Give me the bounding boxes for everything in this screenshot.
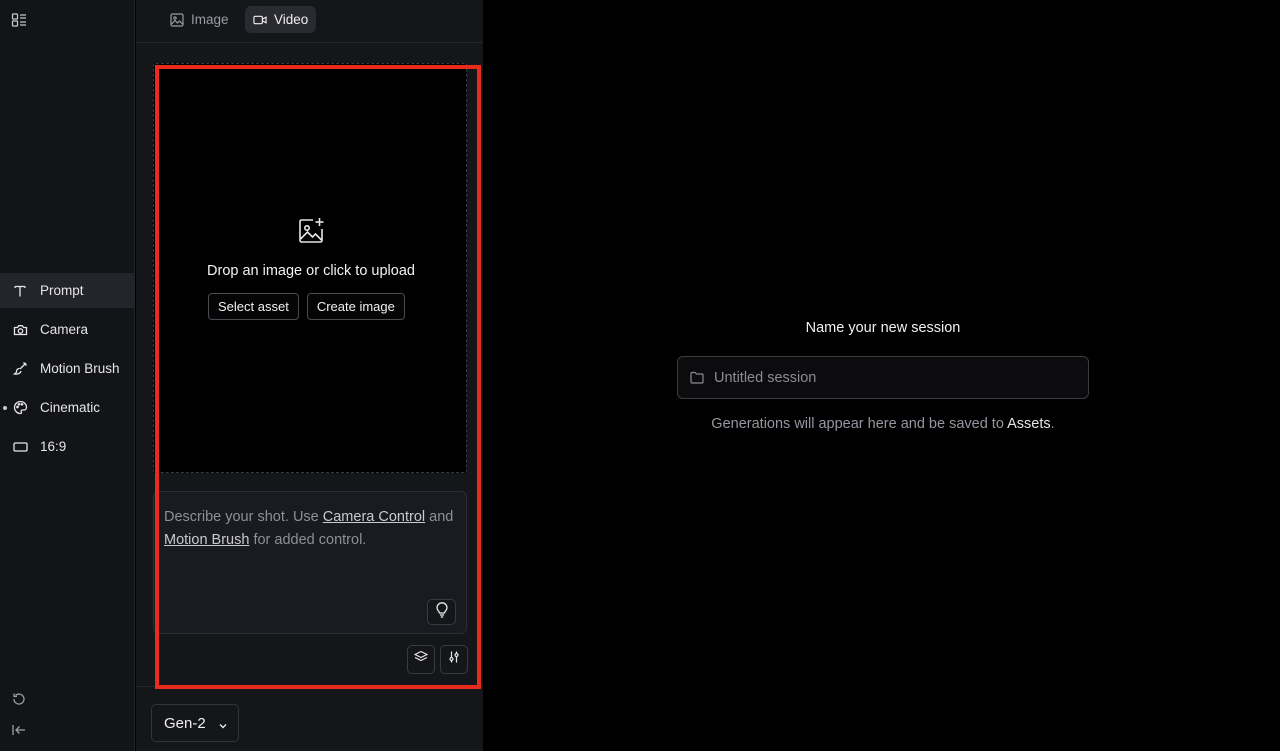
image-dropzone[interactable]: Drop an image or click to upload Select … bbox=[153, 63, 467, 473]
select-asset-button[interactable]: Select asset bbox=[208, 293, 299, 320]
panel-footer: Gen-2 bbox=[136, 686, 483, 751]
prompt-ideas-button[interactable] bbox=[427, 599, 456, 625]
sidebar-item-camera[interactable]: Camera bbox=[0, 312, 135, 347]
camera-control-link[interactable]: Camera Control bbox=[323, 509, 425, 525]
sidebar-item-label: Camera bbox=[40, 322, 89, 337]
sidebar-item-cinematic[interactable]: Cinematic bbox=[0, 390, 135, 425]
sidebar-item-label: 16:9 bbox=[40, 439, 67, 454]
session-name-field[interactable] bbox=[677, 356, 1089, 399]
left-sidebar: Prompt Camera Motion Brush Cinematic 16:… bbox=[0, 0, 135, 751]
sidebar-item-label: Prompt bbox=[40, 283, 84, 298]
prompt-input[interactable]: Describe your shot. Use Camera Control a… bbox=[153, 491, 467, 634]
camera-icon bbox=[12, 322, 28, 338]
add-image-icon bbox=[296, 216, 326, 246]
chevron-down-icon bbox=[218, 718, 228, 729]
prompt-text-2: and bbox=[425, 509, 454, 525]
folder-icon bbox=[690, 371, 704, 385]
sidebar-item-label: Cinematic bbox=[40, 400, 101, 415]
sidebar-nav: Prompt Camera Motion Brush Cinematic 16:… bbox=[0, 273, 135, 468]
brush-icon bbox=[12, 361, 28, 377]
assets-link[interactable]: Assets bbox=[1007, 416, 1051, 432]
sidebar-item-motion-brush[interactable]: Motion Brush bbox=[0, 351, 135, 386]
text-icon bbox=[12, 283, 28, 299]
prompt-text-3: for added control. bbox=[249, 532, 367, 548]
tab-label: Video bbox=[274, 12, 309, 27]
model-label: Gen-2 bbox=[164, 714, 206, 732]
create-image-button[interactable]: Create image bbox=[306, 293, 405, 320]
layers-button[interactable] bbox=[407, 645, 435, 674]
palette-icon bbox=[12, 400, 28, 416]
collapse-sidebar-icon[interactable] bbox=[11, 722, 27, 738]
sidebar-item-label: Motion Brush bbox=[40, 361, 120, 376]
model-select[interactable]: Gen-2 bbox=[151, 704, 239, 742]
prompt-placeholder: Describe your shot. Use Camera Control a… bbox=[164, 506, 454, 552]
generation-panel: Image Video Drop an image or click to up… bbox=[136, 0, 483, 751]
session-title: Name your new session bbox=[805, 320, 961, 336]
motion-brush-link[interactable]: Motion Brush bbox=[164, 532, 249, 548]
indicator-dot bbox=[3, 406, 7, 410]
hint-end: . bbox=[1050, 416, 1055, 432]
sliders-icon bbox=[447, 650, 461, 669]
session-name-input[interactable] bbox=[714, 369, 1088, 386]
settings-button[interactable] bbox=[440, 645, 468, 674]
tab-image[interactable]: Image bbox=[162, 6, 237, 33]
tab-video[interactable]: Video bbox=[245, 6, 317, 33]
hint-text: Generations will appear here and be save… bbox=[711, 416, 1008, 432]
sidebar-item-prompt[interactable]: Prompt bbox=[0, 273, 135, 308]
aspect-ratio-icon bbox=[12, 439, 28, 455]
lightbulb-icon bbox=[435, 601, 449, 623]
tab-label: Image bbox=[191, 12, 229, 27]
prompt-text-1: Describe your shot. Use bbox=[164, 509, 323, 525]
mode-tabs: Image Video bbox=[136, 0, 483, 43]
session-hint: Generations will appear here and be save… bbox=[640, 416, 1126, 432]
reset-icon[interactable] bbox=[11, 691, 27, 707]
sidebar-item-aspect-ratio[interactable]: 16:9 bbox=[0, 429, 135, 464]
video-icon bbox=[253, 13, 267, 27]
upload-actions: Select asset Create image bbox=[208, 293, 405, 320]
upload-instructions: Drop an image or click to upload bbox=[207, 263, 415, 279]
layers-icon bbox=[413, 650, 429, 669]
image-icon bbox=[170, 12, 184, 27]
layout-menu-icon[interactable] bbox=[11, 12, 27, 28]
